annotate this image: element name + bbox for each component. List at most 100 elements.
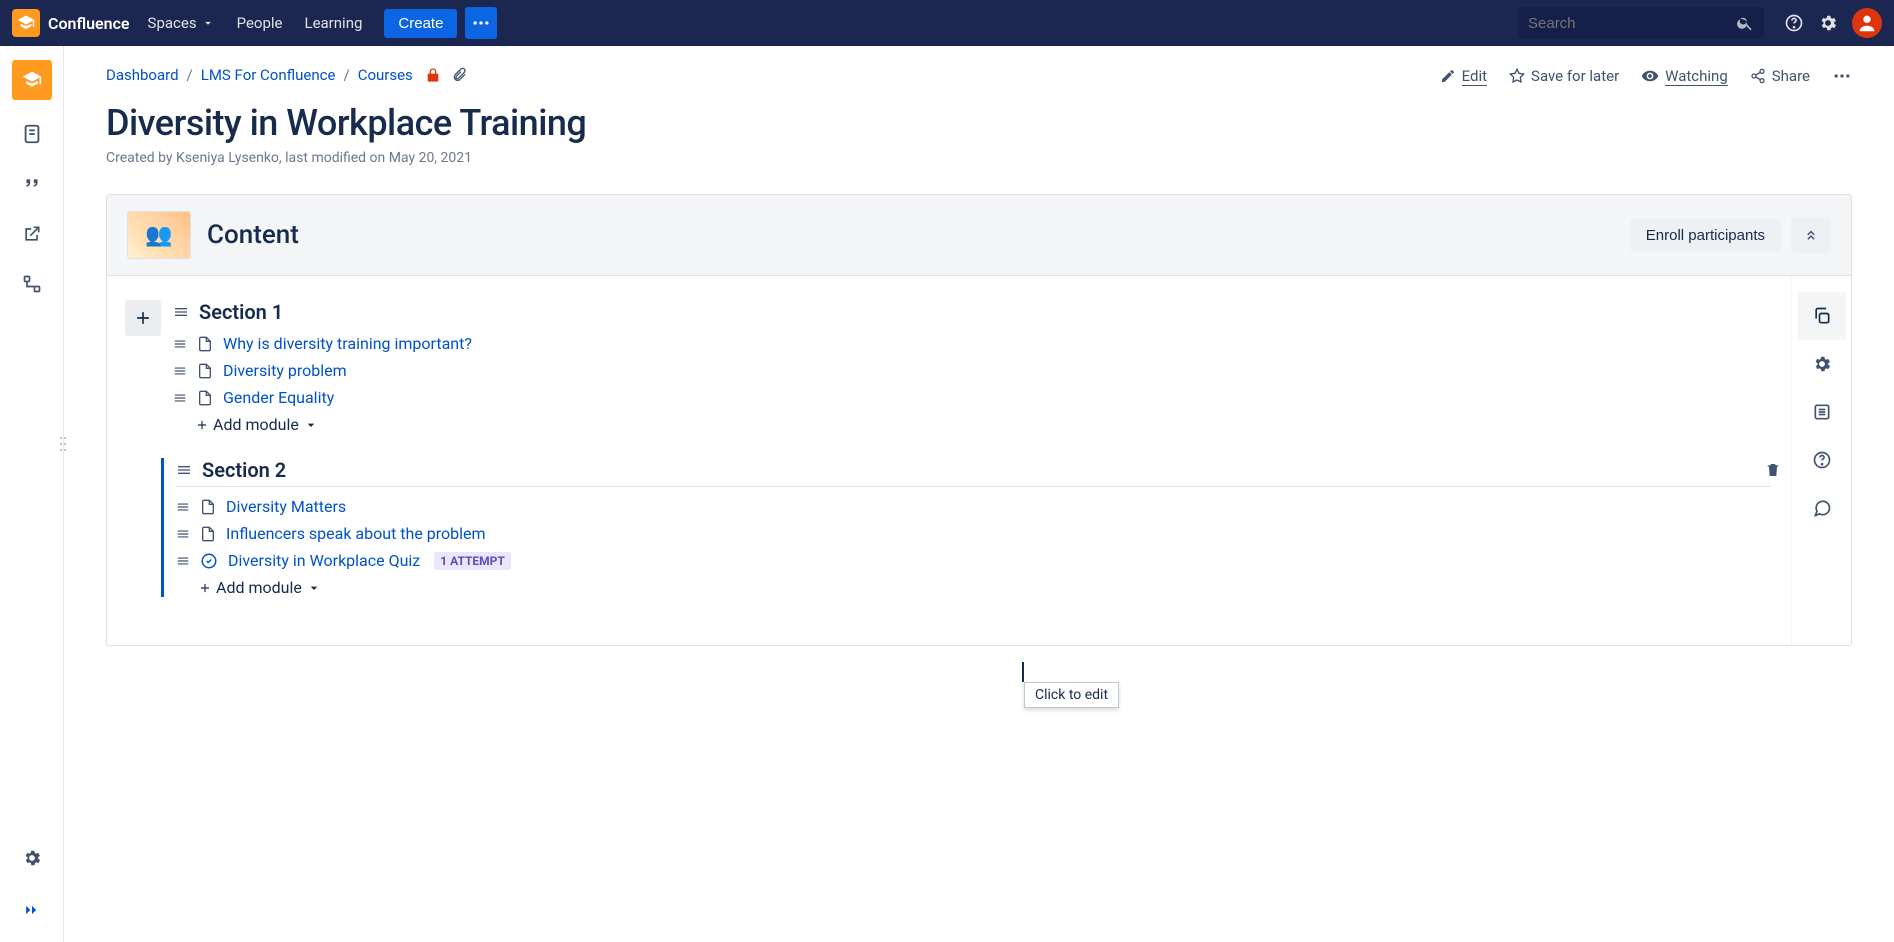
tool-settings[interactable] [1798, 340, 1846, 388]
save-label: Save for later [1531, 67, 1619, 85]
module-link[interactable]: Diversity in Workplace Quiz [228, 551, 420, 570]
list-icon [1812, 402, 1832, 422]
section-title-row[interactable]: Section 1 [173, 300, 1771, 324]
expand-icon [22, 900, 42, 920]
delete-section-button[interactable] [1765, 462, 1781, 478]
course-thumbnail[interactable]: 👥 [127, 211, 191, 259]
copy-icon [1812, 306, 1832, 326]
app-logo[interactable] [12, 9, 40, 37]
add-module-button[interactable]: Add module [195, 415, 1771, 434]
chevron-down-icon [306, 580, 322, 596]
enroll-button[interactable]: Enroll participants [1630, 219, 1781, 252]
grad-cap-icon [22, 70, 42, 90]
breadcrumb-courses[interactable]: Courses [358, 66, 413, 84]
drag-handle-icon[interactable] [173, 304, 189, 320]
nav-spaces-label: Spaces [148, 14, 197, 32]
module-row: Gender Equality [173, 388, 1771, 407]
user-avatar[interactable] [1852, 8, 1882, 38]
watching-action[interactable]: Watching [1641, 67, 1728, 85]
gear-icon [22, 848, 42, 868]
attachment-icon[interactable] [451, 67, 467, 83]
lock-icon[interactable] [425, 67, 441, 83]
module-link[interactable]: Gender Equality [223, 388, 334, 407]
rail-blogs[interactable] [12, 164, 52, 204]
drag-handle-icon[interactable] [173, 364, 187, 378]
share-icon [1750, 68, 1766, 84]
add-module-button[interactable]: Add module [198, 578, 1771, 597]
tool-comments[interactable] [1798, 484, 1846, 532]
edit-action[interactable]: Edit [1440, 67, 1487, 85]
breadcrumb-sep: / [187, 66, 193, 84]
star-icon [1509, 68, 1525, 84]
chevron-down-icon [303, 417, 319, 433]
nav-people[interactable]: People [237, 14, 283, 32]
module-row: Diversity Matters [176, 497, 1771, 516]
module-link[interactable]: Influencers speak about the problem [226, 524, 486, 543]
comment-icon [1812, 498, 1832, 518]
rail-tree[interactable] [12, 264, 52, 304]
nav-spaces[interactable]: Spaces [148, 14, 215, 32]
page-title: Diversity in Workplace Training [106, 102, 1852, 144]
ellipsis-icon [1832, 66, 1852, 86]
create-button[interactable]: Create [384, 9, 457, 38]
rail-expand[interactable] [12, 890, 52, 930]
page-icon [21, 123, 43, 145]
settings-button[interactable] [1812, 7, 1844, 39]
drag-handle-icon[interactable] [176, 527, 190, 541]
plus-icon [195, 418, 209, 432]
share-label: Share [1772, 67, 1810, 85]
search-box[interactable] [1518, 7, 1764, 39]
page-actions: Edit Save for later Watching Share [1440, 66, 1852, 86]
rail-settings[interactable] [12, 838, 52, 878]
search-input[interactable] [1528, 15, 1736, 32]
drag-handle-icon[interactable] [176, 554, 190, 568]
help-icon [1812, 450, 1832, 470]
save-action[interactable]: Save for later [1509, 67, 1619, 85]
page-byline: Created by Kseniya Lysenko, last modifie… [106, 150, 1852, 166]
content-panel: 👥 Content Enroll participants Section 1 [106, 194, 1852, 646]
more-button[interactable] [465, 7, 497, 39]
nav-learning[interactable]: Learning [304, 14, 362, 32]
page-icon [197, 363, 213, 379]
section: Section 2 Click to edit Diversity Matter… [161, 458, 1771, 597]
help-icon [1784, 13, 1804, 33]
drag-handle-icon[interactable] [173, 337, 187, 351]
space-logo[interactable] [12, 60, 52, 100]
content-heading: Content [207, 220, 299, 250]
section-title: Section 1 [199, 300, 283, 324]
drag-handle-icon[interactable] [173, 391, 187, 405]
module-row: Why is diversity training important? [173, 334, 1771, 353]
share-action[interactable]: Share [1750, 67, 1810, 85]
sections-container: Section 1 Why is diversity training impo… [107, 276, 1791, 645]
help-button[interactable] [1778, 7, 1810, 39]
page-more-action[interactable] [1832, 66, 1852, 86]
section: Section 1 Why is diversity training impo… [173, 300, 1771, 434]
tool-help[interactable] [1798, 436, 1846, 484]
tool-list[interactable] [1798, 388, 1846, 436]
search-icon [1736, 14, 1754, 32]
edit-label: Edit [1462, 67, 1487, 85]
module-link[interactable]: Diversity Matters [226, 497, 346, 516]
module-row: Diversity in Workplace Quiz 1 ATTEMPT [176, 551, 1771, 570]
rail-pages[interactable] [12, 114, 52, 154]
rail-shortcut[interactable] [12, 214, 52, 254]
plus-icon [198, 581, 212, 595]
add-section-button[interactable] [125, 300, 161, 336]
drag-handle-icon[interactable] [176, 462, 192, 478]
section-title-row[interactable]: Section 2 [176, 458, 1771, 487]
module-link[interactable]: Why is diversity training important? [223, 334, 472, 353]
collapse-button[interactable] [1791, 217, 1831, 253]
grad-cap-icon [17, 14, 35, 32]
click-to-edit-tooltip: Click to edit [1024, 682, 1119, 708]
module-link[interactable]: Diversity problem [223, 361, 347, 380]
page-icon [197, 390, 213, 406]
pencil-icon [1440, 68, 1456, 84]
top-nav: Confluence Spaces People Learning Create [0, 0, 1894, 46]
breadcrumb-dashboard[interactable]: Dashboard [106, 66, 179, 84]
brand-name[interactable]: Confluence [48, 14, 130, 33]
drag-handle-icon[interactable] [176, 500, 190, 514]
page-icon [200, 499, 216, 515]
breadcrumb-space[interactable]: LMS For Confluence [201, 66, 336, 84]
avatar-icon [1856, 12, 1878, 34]
tool-copy[interactable] [1798, 292, 1846, 340]
